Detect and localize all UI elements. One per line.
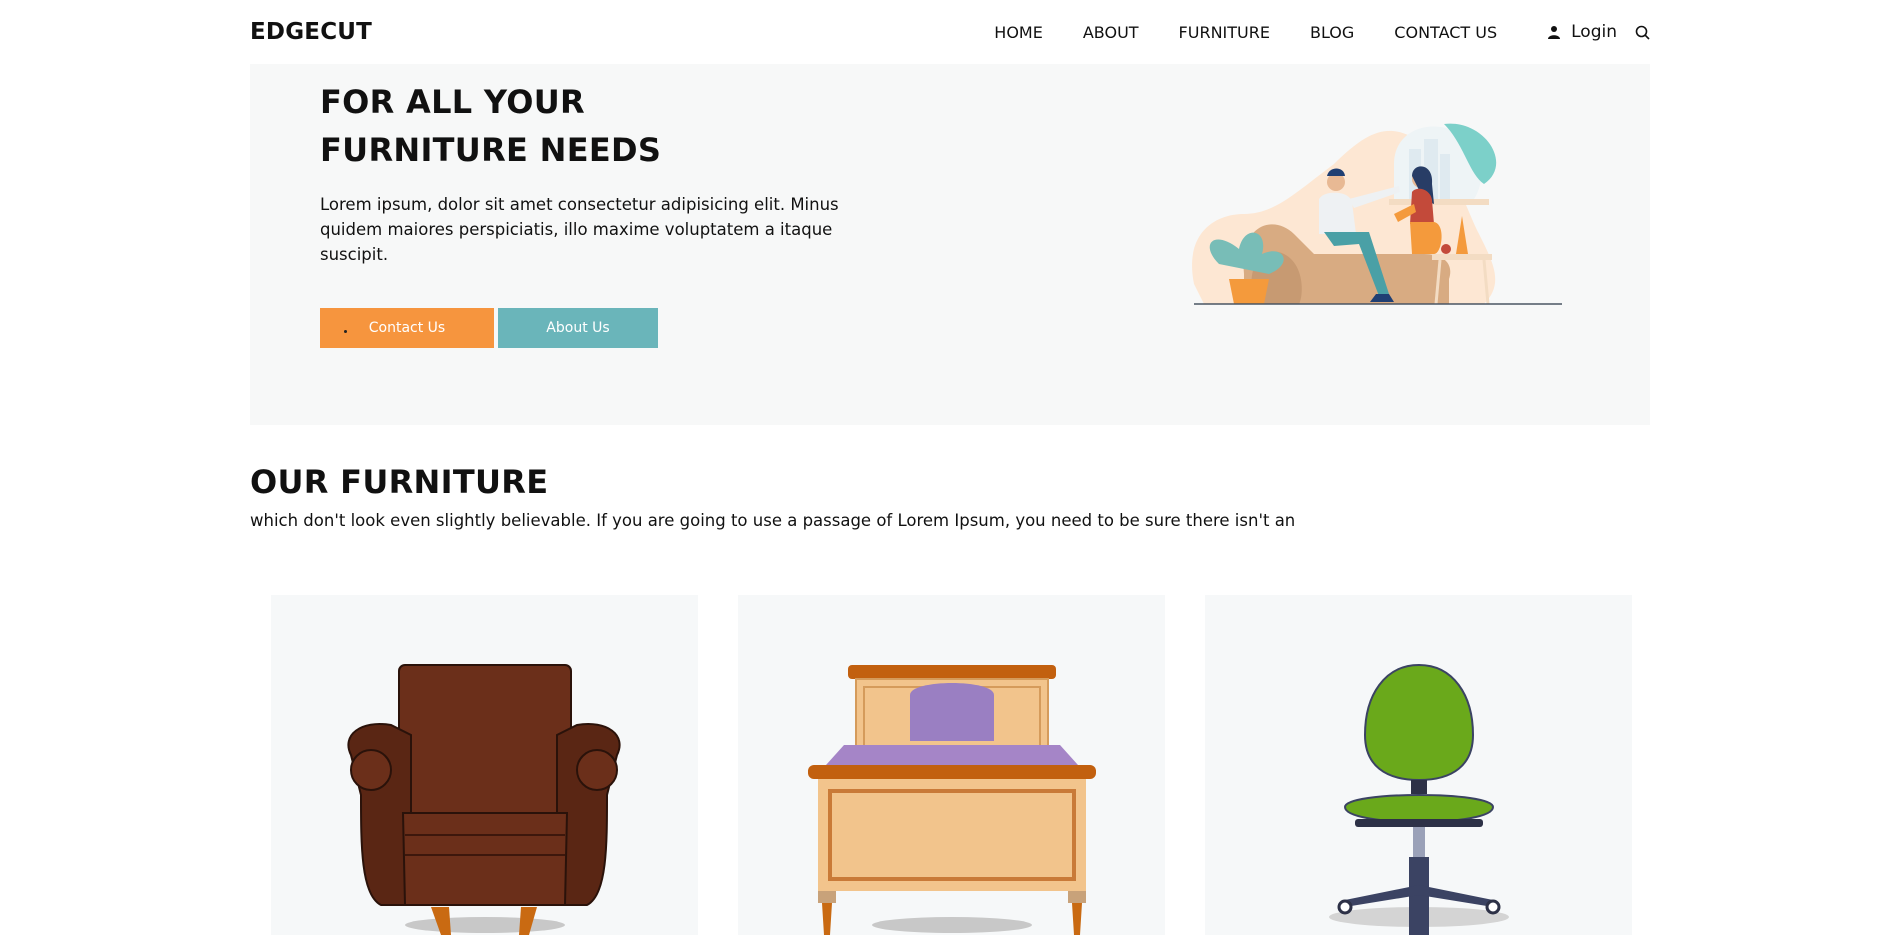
product-card-bed[interactable] (738, 595, 1165, 935)
search-icon (1635, 25, 1650, 40)
user-icon (1548, 26, 1561, 39)
button-dot (344, 330, 347, 333)
brand-logo[interactable]: EDGECUT (250, 19, 372, 45)
about-us-button[interactable]: About Us (498, 308, 658, 348)
hero-title-line1: FOR ALL YOUR (320, 83, 585, 121)
contact-us-button[interactable]: Contact Us (320, 308, 494, 348)
section-title: OUR FURNITURE (250, 463, 549, 501)
site-header: EDGECUT HOME ABOUT FURNITURE BLOG CONTAC… (250, 0, 1650, 64)
nav-blog[interactable]: BLOG (1310, 23, 1354, 42)
office-chair-illustration (1329, 663, 1509, 935)
search-button[interactable] (1635, 25, 1650, 40)
login-link[interactable]: Login (1547, 22, 1617, 42)
hero-description: Lorem ipsum, dolor sit amet consectetur … (320, 195, 839, 264)
hero-title: FOR ALL YOUR FURNITURE NEEDS (320, 78, 661, 174)
nav-contact[interactable]: CONTACT US (1394, 23, 1497, 42)
bed-illustration (808, 665, 1096, 935)
hero-illustration (1192, 123, 1562, 305)
furniture-section: OUR FURNITURE which don't look even slig… (250, 425, 1650, 935)
armchair-illustration (347, 664, 621, 935)
login-label: Login (1571, 22, 1617, 42)
about-us-label: About Us (546, 320, 610, 336)
section-subtitle: which don't look even slightly believabl… (250, 511, 1296, 530)
contact-us-label: Contact Us (368, 320, 446, 336)
hero-section: FOR ALL YOUR FURNITURE NEEDS Lorem ipsum… (250, 64, 1650, 425)
product-card-armchair[interactable] (271, 595, 698, 935)
nav-furniture[interactable]: FURNITURE (1179, 23, 1270, 42)
main-nav: HOME ABOUT FURNITURE BLOG CONTACT US Log… (954, 22, 1650, 42)
product-card-office-chair[interactable] (1205, 595, 1632, 935)
nav-home[interactable]: HOME (994, 23, 1043, 42)
nav-about[interactable]: ABOUT (1083, 23, 1139, 42)
hero-title-line2: FURNITURE NEEDS (320, 131, 662, 169)
